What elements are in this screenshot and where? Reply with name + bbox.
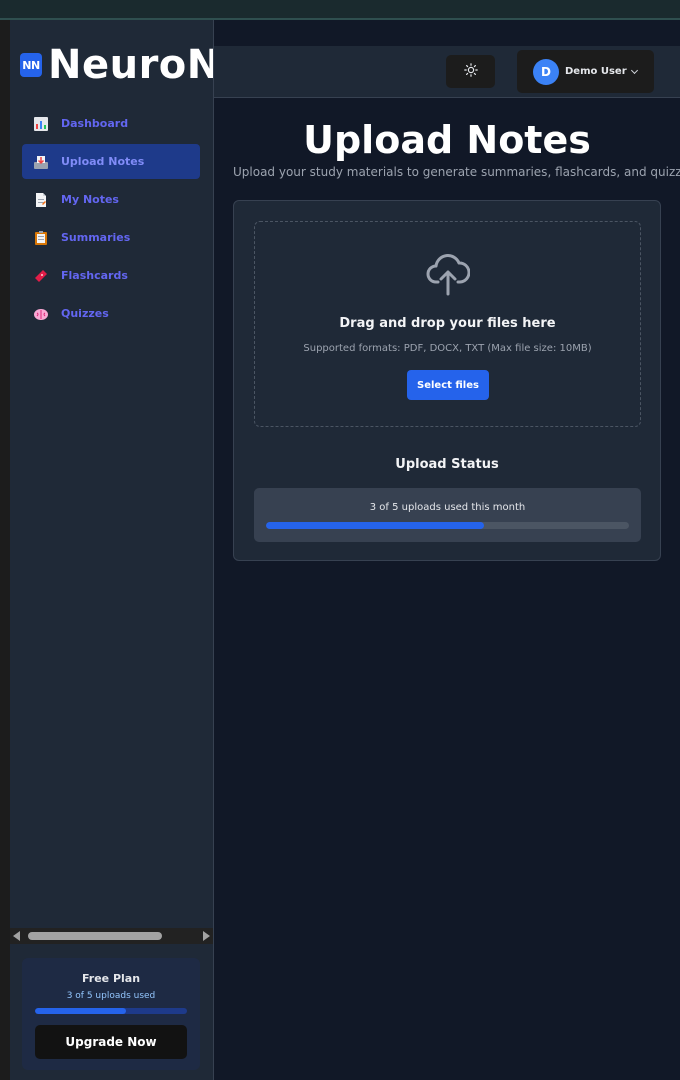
plan-usage-text: 3 of 5 uploads used — [66, 991, 156, 1001]
dropzone-title: Drag and drop your files here — [339, 316, 556, 331]
upgrade-button[interactable]: Upgrade Now — [35, 1025, 187, 1059]
window-left-edge — [0, 20, 10, 1080]
sidebar-item-quizzes[interactable]: Quizzes — [22, 296, 200, 331]
upload-progress-bar — [266, 522, 629, 529]
sidebar-item-dashboard[interactable]: Dashboard — [22, 106, 200, 141]
scrollbar-thumb[interactable] — [28, 932, 162, 940]
dropzone-formats: Supported formats: PDF, DOCX, TXT (Max f… — [303, 343, 592, 354]
window-top-strip — [0, 0, 680, 20]
top-header: D Demo User — [214, 46, 680, 98]
plan-progress-bar — [35, 1008, 187, 1014]
sidebar-item-upload-notes[interactable]: Upload Notes — [22, 144, 200, 179]
scroll-left-arrow-icon[interactable] — [13, 931, 20, 941]
user-name: Demo User — [565, 66, 627, 77]
ticket-icon — [33, 268, 49, 284]
upload-card: Drag and drop your files here Supported … — [233, 200, 661, 561]
theme-toggle-button[interactable] — [446, 55, 495, 88]
page-icon — [33, 192, 49, 208]
file-dropzone[interactable]: Drag and drop your files here Supported … — [254, 221, 641, 427]
chevron-down-icon — [630, 66, 638, 74]
scroll-right-arrow-icon[interactable] — [203, 931, 210, 941]
cloud-upload-icon — [426, 250, 471, 300]
brand-name: NeuroNotes — [48, 42, 213, 88]
sidebar: NN NeuroNotes Dashboard Upload Notes My … — [10, 20, 214, 1080]
inbox-tray-icon — [33, 154, 49, 170]
sidebar-nav: Dashboard Upload Notes My Notes Summarie… — [22, 106, 200, 334]
sidebar-item-label: Summaries — [61, 231, 131, 244]
page-subtitle: Upload your study materials to generate … — [233, 165, 680, 179]
select-files-button[interactable]: Select files — [407, 370, 489, 400]
sidebar-horizontal-scrollbar[interactable] — [10, 928, 213, 944]
sun-icon — [463, 62, 478, 81]
sidebar-item-label: Quizzes — [61, 307, 109, 320]
upload-progress-fill — [266, 522, 484, 529]
sidebar-item-label: My Notes — [61, 193, 119, 206]
sidebar-item-label: Dashboard — [61, 117, 129, 130]
plan-card: Free Plan 3 of 5 uploads used Upgrade No… — [22, 958, 200, 1070]
brand[interactable]: NN NeuroNotes — [20, 42, 213, 88]
page-title: Upload Notes — [303, 118, 591, 162]
brand-logo: NN — [20, 53, 42, 77]
upload-status-title: Upload Status — [395, 457, 499, 472]
avatar: D — [533, 58, 559, 85]
brain-icon — [33, 306, 49, 322]
sidebar-item-summaries[interactable]: Summaries — [22, 220, 200, 255]
upload-status-box: 3 of 5 uploads used this month — [254, 488, 641, 542]
user-menu-button[interactable]: D Demo User — [517, 50, 654, 93]
sidebar-item-label: Flashcards — [61, 269, 128, 282]
upload-status-text: 3 of 5 uploads used this month — [369, 502, 526, 513]
sidebar-item-label: Upload Notes — [61, 155, 145, 168]
sidebar-item-flashcards[interactable]: Flashcards — [22, 258, 200, 293]
plan-title: Free Plan — [81, 972, 141, 985]
sidebar-item-my-notes[interactable]: My Notes — [22, 182, 200, 217]
bar-chart-icon — [33, 116, 49, 132]
clipboard-icon — [33, 230, 49, 246]
plan-progress-fill — [35, 1008, 127, 1014]
